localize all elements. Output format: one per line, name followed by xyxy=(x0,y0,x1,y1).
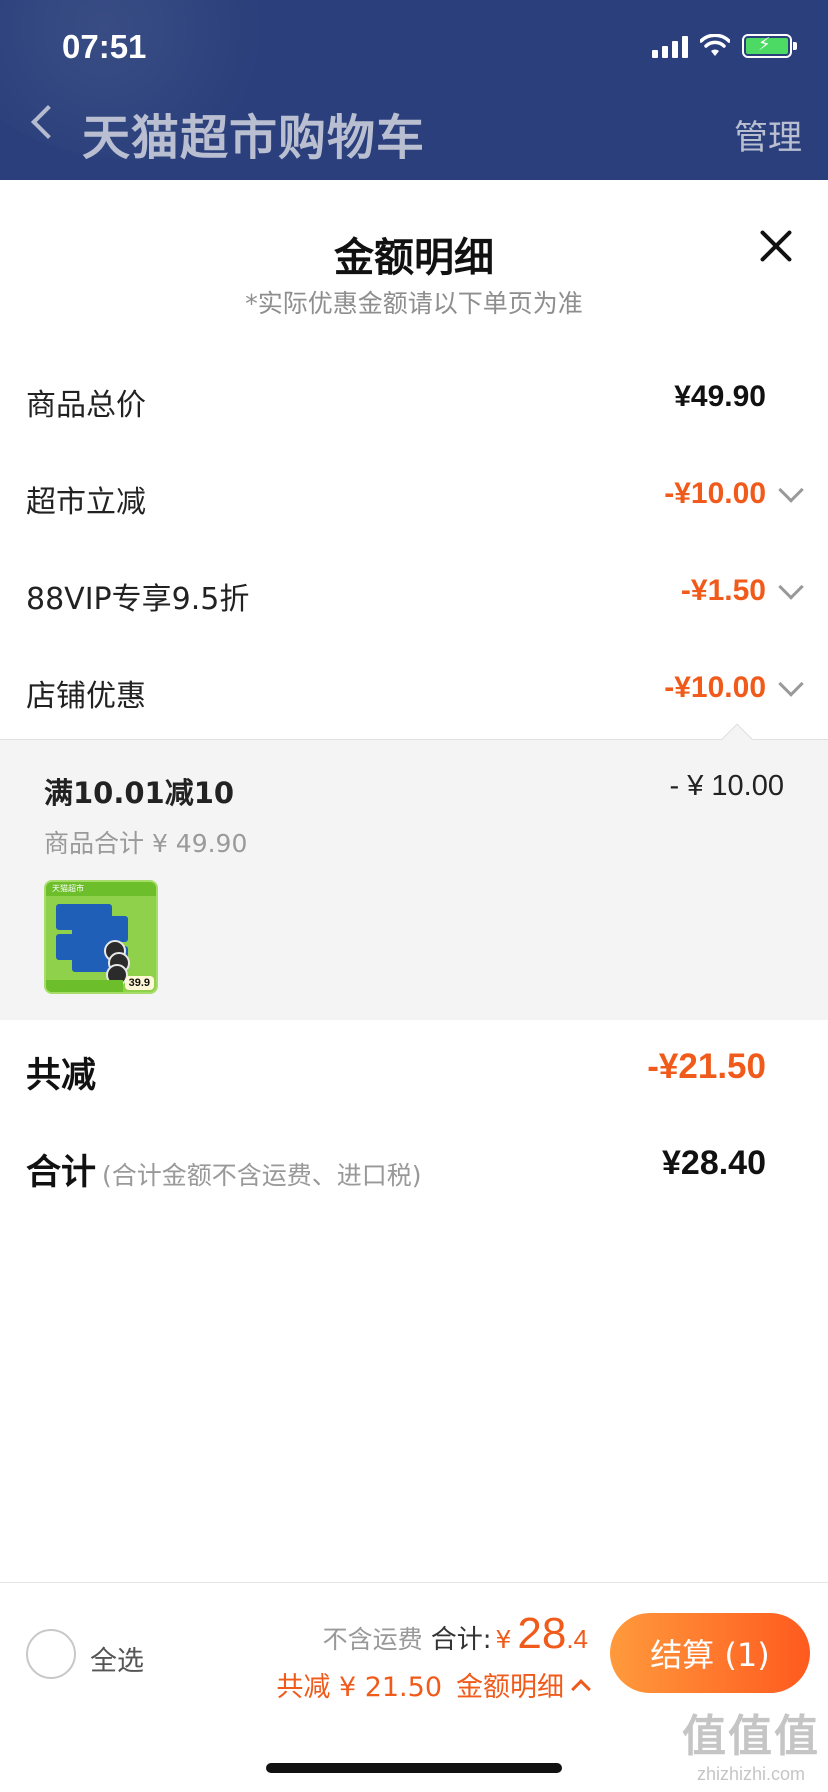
product-banner: 天猫超市 xyxy=(52,884,84,893)
sheet-subtitle: *实际优惠金额请以下单页为准 xyxy=(245,289,583,318)
grand-total-note: (合计金额不含运费、进口税) xyxy=(102,1161,422,1190)
row-label: 店铺优惠 xyxy=(26,679,146,714)
row-value: ¥49.90 xyxy=(674,380,766,413)
bottom-total-decimal: .4 xyxy=(566,1624,588,1654)
total-reduction-value: -¥21.50 xyxy=(647,1047,766,1086)
close-icon[interactable] xyxy=(758,228,794,264)
bottom-reduction-text: 共减 ¥ 21.50 xyxy=(276,1672,442,1703)
grand-total-value: ¥28.40 xyxy=(662,1144,766,1182)
watermark-url: zhizhizhi.com xyxy=(696,1764,806,1784)
sheet-title: 金额明细 xyxy=(334,235,494,281)
total-reduction-label: 共减 xyxy=(26,1056,97,1096)
bottom-total-label: 合计: xyxy=(430,1625,492,1655)
status-time: 07:51 xyxy=(62,28,147,65)
select-all-label[interactable]: 全选 xyxy=(90,1639,144,1678)
bottom-total-integer: 28 xyxy=(517,1609,567,1658)
discount-rule-value: - ¥ 10.00 xyxy=(669,770,784,802)
chevron-down-icon[interactable] xyxy=(778,477,804,503)
row-shop-discount[interactable]: 店铺优惠 -¥10.00 xyxy=(0,661,828,721)
shop-discount-panel: 满10.01减10 - ¥ 10.00 商品合计 ¥ 49.90 天猫超市 39… xyxy=(0,739,828,1020)
row-value: -¥10.00 xyxy=(664,477,766,510)
row-label: 商品总价 xyxy=(26,388,146,423)
cellular-signal-icon xyxy=(652,34,688,58)
chevron-down-icon[interactable] xyxy=(778,574,804,600)
discount-rule: 满10.01减10 xyxy=(44,776,235,810)
page-title: 天猫超市购物车 xyxy=(82,110,426,166)
product-subtotal: 商品合计 ¥ 49.90 xyxy=(44,829,248,858)
watermark-logo: 值值值 zhizhizhi.com xyxy=(682,1700,820,1785)
manage-button[interactable]: 管理 xyxy=(734,110,802,159)
app-header: 07:51 ⚡ 天猫超市购物车 管理 xyxy=(0,0,828,180)
row-item-total: 商品总价 ¥49.90 xyxy=(0,370,828,430)
status-icons: ⚡ xyxy=(652,34,797,58)
grand-total-label: 合计 xyxy=(26,1153,97,1193)
checkout-button[interactable]: 结算 (1) xyxy=(610,1613,810,1693)
no-shipping-note: 不含运费 xyxy=(322,1625,423,1654)
row-vip-discount[interactable]: 88VIP专享9.5折 -¥1.50 xyxy=(0,564,828,624)
currency-symbol: ¥ xyxy=(495,1625,512,1654)
row-label: 超市立减 xyxy=(26,485,146,520)
wifi-icon xyxy=(700,34,730,56)
bottom-reduction[interactable]: 共减 ¥ 21.50 金额明细 xyxy=(276,1665,591,1704)
row-supermarket-discount[interactable]: 超市立减 -¥10.00 xyxy=(0,467,828,527)
row-value: -¥1.50 xyxy=(680,574,766,607)
chevron-down-icon[interactable] xyxy=(778,671,804,697)
home-indicator[interactable] xyxy=(266,1763,562,1773)
watermark-text: 值值值 xyxy=(682,1711,820,1762)
select-all-checkbox[interactable] xyxy=(26,1629,76,1679)
product-thumbnail[interactable]: 天猫超市 39.9 xyxy=(44,880,158,994)
row-value: -¥10.00 xyxy=(664,671,766,704)
chevron-up-icon[interactable] xyxy=(571,1678,591,1699)
battery-icon: ⚡ xyxy=(742,34,797,58)
amount-detail-link[interactable]: 金额明细 xyxy=(456,1665,564,1704)
row-label: 88VIP专享9.5折 xyxy=(26,582,250,617)
bottom-total: 不含运费 合计: ¥ 28 .4 xyxy=(323,1609,588,1659)
product-price-tag: 39.9 xyxy=(124,976,154,990)
